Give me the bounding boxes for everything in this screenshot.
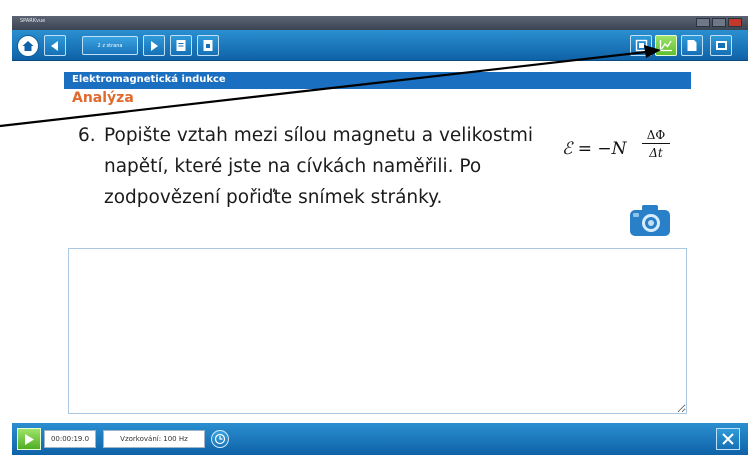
sampling-settings-button[interactable] [211,430,229,448]
question-text: Popište vztah mezi sílou magnetu a velik… [104,125,534,208]
main-toolbar: 2 z strana [12,30,748,61]
page-icon [203,40,213,51]
journal-button[interactable] [170,35,192,56]
title-bar: SPARKvue [12,16,748,30]
page-indicator[interactable]: 2 z strana [82,36,138,55]
add-page-icon [715,41,727,50]
maximize-button[interactable] [712,18,726,27]
page-title: Analýza [72,90,134,106]
window-controls [696,18,742,27]
snapshot-button[interactable] [626,200,674,240]
sample-rate-field[interactable]: Vzorkování: 100 Hz [103,430,205,448]
camera-icon [630,205,670,236]
faraday-formula: ℰ = −N ΔΦ Δt [562,126,674,174]
bottom-bar: 00:00:19.0 Vzorkování: 100 Hz [12,423,748,455]
notes-icon [687,40,697,51]
formula-fraction: ΔΦ Δt [642,128,670,160]
clock-icon [214,433,226,445]
home-button[interactable] [17,35,39,57]
formula-denominator: Δt [649,146,663,160]
page-button[interactable] [197,35,219,56]
page-tools-button[interactable] [630,35,652,56]
sparkvue-window: SPARKvue 2 z strana Elektromagnetická in… [0,0,755,458]
formula-lhs: ℰ = −N [562,139,627,159]
minimize-button[interactable] [696,18,710,27]
add-page-button[interactable] [710,35,732,56]
graph-icon [659,40,672,52]
page-tools-icon [635,39,647,52]
close-icon [722,433,734,445]
notes-button[interactable] [681,35,703,56]
question-number: 6. [78,125,96,146]
next-page-button[interactable] [143,35,165,56]
question-block: 6. Popište vztah mezi sílou magnetu a ve… [78,120,548,213]
elapsed-time: 00:00:19.0 [44,430,96,448]
play-icon [25,433,34,445]
window-close-button[interactable] [728,18,742,27]
arrow-right-icon [151,40,158,51]
answer-textbox[interactable] [68,248,687,414]
app-title: SPARKvue [20,18,46,24]
home-icon [22,41,34,51]
close-button[interactable] [716,428,740,450]
graph-button[interactable] [655,35,677,56]
section-title: Elektromagnetická indukce [64,72,691,89]
previous-page-button[interactable] [44,35,66,56]
page-content: Elektromagnetická indukce Analýza 6. Pop… [64,72,691,418]
start-button[interactable] [17,428,41,450]
journal-icon [176,40,186,51]
formula-numerator: ΔΦ [642,128,670,144]
arrow-left-icon [51,40,58,51]
